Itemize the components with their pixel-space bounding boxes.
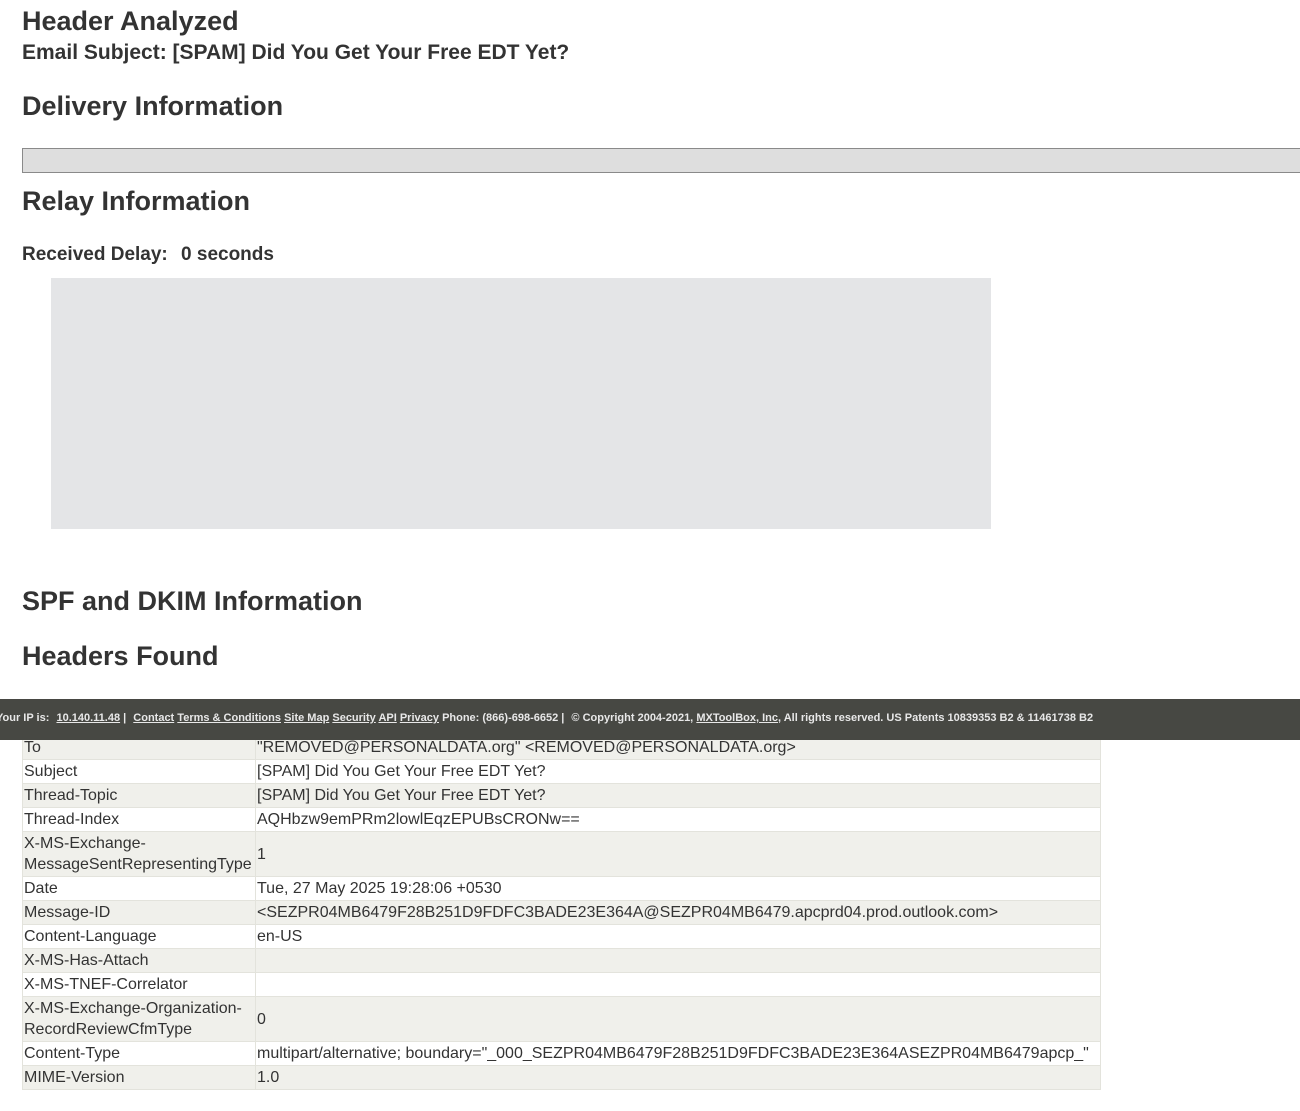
header-value-cell: 0 (255, 996, 1101, 1042)
header-key-cell: X-MS-TNEF-Correlator (22, 972, 256, 997)
footer-rights: , All rights reserved. US Patents 108393… (778, 712, 1094, 724)
header-value-cell: 1 (255, 831, 1101, 877)
page: Header Analyzed Email Subject: [SPAM] Di… (0, 0, 1300, 1111)
header-value-cell: <SEZPR04MB6479F28B251D9FDFC3BADE23E364A@… (255, 900, 1101, 925)
received-delay: Received Delay: 0 seconds (22, 244, 282, 266)
footer-bar: Your IP is: 10.140.11.48 | Contact Terms… (0, 699, 1300, 740)
header-key-cell: Content-Type (22, 1041, 256, 1066)
table-row: MIME-Version 1.0 (22, 1065, 1101, 1090)
header-key-cell: Thread-Topic (22, 783, 256, 808)
header-key-cell: Message-ID (22, 900, 256, 925)
table-row: Thread-Topic [SPAM] Did You Get Your Free… (22, 783, 1101, 808)
relay-chart-placeholder (51, 278, 991, 529)
header-value-cell (255, 972, 1101, 997)
relay-heading: Relay Information (22, 186, 251, 216)
footer-security-link[interactable]: Security (332, 712, 375, 724)
header-value-cell: multipart/alternative; boundary="_000_SE… (255, 1041, 1101, 1066)
table-row: Message-ID <SEZPR04MB6479F28B251D9FDFC3BA… (22, 900, 1101, 925)
header-value-cell: [SPAM] Did You Get Your Free EDT Yet? (255, 759, 1101, 784)
email-subject: Email Subject: [SPAM] Did You Get Your F… (22, 41, 570, 64)
header-key-cell: Thread-Index (22, 807, 256, 832)
header-key-cell: Subject (22, 759, 256, 784)
header-value-cell: Tue, 27 May 2025 19:28:06 +0530 (255, 876, 1101, 901)
header-value-cell: AQHbzw9emPRm2lowlEqzEPUBsCRONw== (255, 807, 1101, 832)
page-title: Header Analyzed (22, 6, 239, 36)
header-key-cell: MIME-Version (22, 1065, 256, 1090)
header-key-cell: Date (22, 876, 256, 901)
delivery-bar (22, 148, 1300, 173)
footer-company-link[interactable]: MXToolBox, Inc (696, 712, 778, 724)
footer-privacy-link[interactable]: Privacy (400, 712, 439, 724)
table-row: X-MS-Exchange-Organization-RecordReviewC… (22, 996, 1101, 1042)
spf-dkim-heading: SPF and DKIM Information (22, 586, 363, 616)
header-key-cell: X-MS-Exchange-Organization-RecordReviewC… (22, 996, 256, 1042)
header-value-cell: [SPAM] Did You Get Your Free EDT Yet? (255, 783, 1101, 808)
footer-ip-link[interactable]: 10.140.11.48 (56, 712, 120, 724)
table-row: Content-Type multipart/alternative; bound… (22, 1041, 1101, 1066)
header-value-cell (255, 948, 1101, 973)
table-row: X-MS-Has-Attach (22, 948, 1101, 973)
table-row: Content-Language en-US (22, 924, 1101, 949)
table-row: Date Tue, 27 May 2025 19:28:06 +0530 (22, 876, 1101, 901)
footer-terms-link[interactable]: Terms & Conditions (177, 712, 281, 724)
received-delay-value: 0 seconds (181, 244, 274, 265)
footer-contact-link[interactable]: Contact (133, 712, 174, 724)
delivery-heading: Delivery Information (22, 91, 284, 121)
footer-phone: Phone: (866)-698-6652 | (442, 712, 565, 724)
header-key-cell: X-MS-Has-Attach (22, 948, 256, 973)
footer-sitemap-link[interactable]: Site Map (284, 712, 329, 724)
table-row: Thread-Index AQHbzw9emPRm2lowlEqzEPUBsCRO… (22, 807, 1101, 832)
header-key-cell: Content-Language (22, 924, 256, 949)
table-row: X-MS-TNEF-Correlator (22, 972, 1101, 997)
footer-separator: | (123, 712, 127, 724)
table-row: X-MS-Exchange-MessageSentRepresentingTyp… (22, 831, 1101, 877)
header-value-cell: en-US (255, 924, 1101, 949)
header-value-cell: 1.0 (255, 1065, 1101, 1090)
table-row: Subject [SPAM] Did You Get Your Free EDT … (22, 759, 1101, 784)
header-key-cell: X-MS-Exchange-MessageSentRepresentingTyp… (22, 831, 256, 877)
footer-api-link[interactable]: API (378, 712, 396, 724)
headers-found-heading: Headers Found (22, 641, 219, 671)
headers-table: To "REMOVED@PERSONALDATA.org" <REMOVED@PE… (22, 735, 1101, 1090)
received-delay-label: Received Delay: (22, 244, 168, 265)
footer-ip-label: Your IP is: (0, 712, 50, 724)
footer-copyright: © Copyright 2004-2021, (571, 712, 694, 724)
